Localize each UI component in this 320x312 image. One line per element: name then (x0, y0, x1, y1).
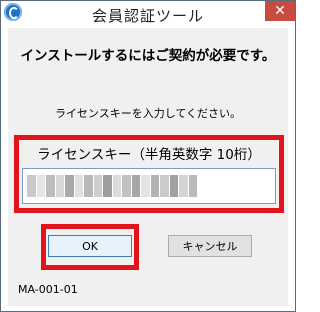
close-button[interactable]: ✕ (265, 1, 295, 21)
ok-button[interactable]: OK (48, 235, 132, 257)
license-key-input[interactable] (22, 168, 276, 204)
window-title: 会員認証ツール (91, 7, 204, 25)
enter-license-instruction: ライセンスキーを入力してください。 (54, 107, 242, 120)
title-bar[interactable]: 会員認証ツール ✕ (1, 1, 295, 28)
dialog-code: MA-001-01 (18, 283, 78, 296)
license-dialog-window: 会員認証ツール ✕ インストールするにはご契約が必要です。 ライセンスキーを入力… (0, 0, 296, 312)
license-key-label: ライセンスキー（半角英数字 10桁） (37, 147, 261, 163)
contract-required-message: インストールするにはご契約が必要です。 (20, 48, 276, 64)
cancel-button[interactable]: キャンセル (168, 235, 252, 257)
redacted-key-mosaic (27, 175, 197, 197)
dialog-content: インストールするにはご契約が必要です。 ライセンスキーを入力してください。 ライ… (8, 28, 288, 306)
